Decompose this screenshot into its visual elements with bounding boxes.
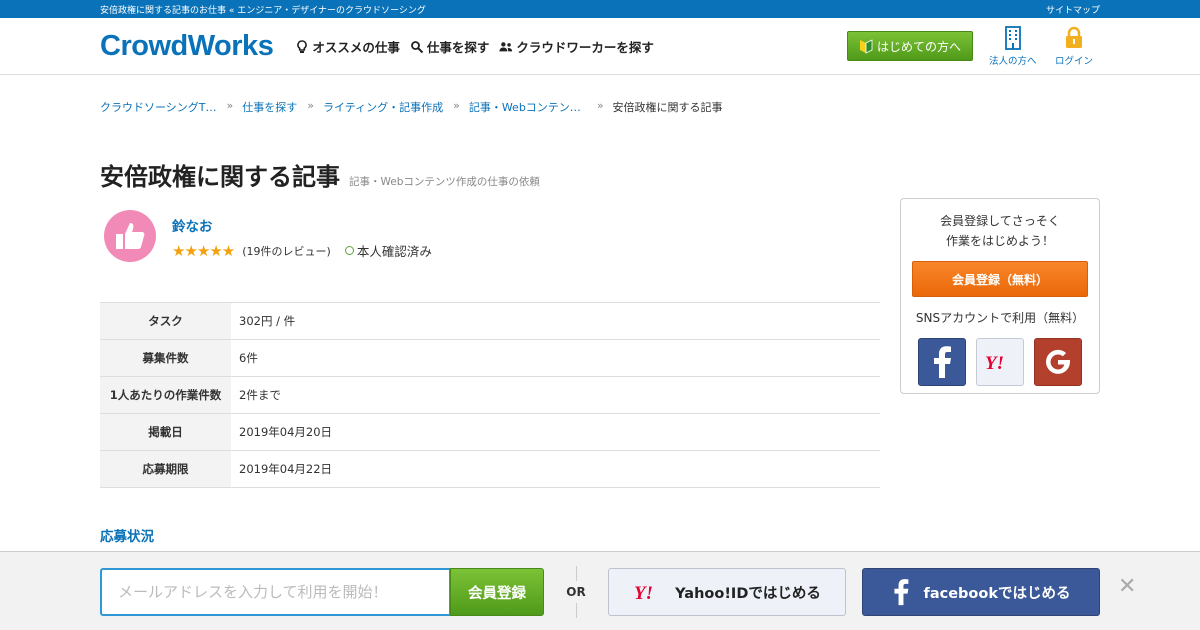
or-label: OR	[566, 581, 586, 603]
register-button[interactable]: 会員登録	[450, 568, 544, 616]
nav-label: 仕事を探す	[426, 40, 490, 55]
facebook-login-button[interactable]	[918, 338, 966, 386]
breadcrumb-separator: »	[307, 99, 314, 112]
detail-key: 応募期限	[100, 450, 231, 488]
svg-text:Y!: Y!	[985, 353, 1004, 372]
table-row: 募集件数 6件	[100, 339, 880, 377]
facebook-icon	[934, 346, 951, 378]
site-tagline: 安倍政権に関する記事のお仕事 « エンジニア・デザイナーのクラウドソーシング	[100, 5, 426, 16]
breadcrumb-link[interactable]: クラウドソーシングT…	[100, 99, 217, 125]
top-bar: 安倍政権に関する記事のお仕事 « エンジニア・デザイナーのクラウドソーシング サ…	[0, 0, 1200, 18]
verified-label: 本人確認済み	[356, 244, 432, 259]
detail-value: 2019年04月20日	[231, 413, 880, 451]
login-label: ログイン	[1055, 56, 1094, 67]
check-circle-icon	[344, 246, 354, 255]
bulb-icon	[297, 39, 308, 53]
thumbs-up-icon	[116, 223, 145, 249]
crowdworks-logo[interactable]: CrowdWorks	[100, 32, 274, 61]
sns-buttons: Y!	[901, 338, 1099, 386]
sns-label: SNSアカウントで利用（無料）	[915, 311, 1085, 325]
beginner-button[interactable]: はじめての方へ	[847, 31, 973, 61]
breadcrumb: クラウドソーシングT… » 仕事を探す » ライティング・記事作成 » 記事・W…	[100, 75, 1100, 125]
nav-recommended-jobs[interactable]: オススメの仕事	[295, 37, 400, 56]
lock-icon	[1066, 26, 1082, 48]
breadcrumb-link[interactable]: 仕事を探す	[242, 99, 297, 125]
detail-value: 302円 / 件	[231, 302, 880, 340]
signup-lead-line: 作業をはじめよう！	[945, 234, 1054, 248]
nav-label: クラウドワーカーを探す	[516, 40, 654, 55]
beginner-button-label: はじめての方へ	[876, 39, 961, 54]
rating-stars: ★★★★★	[172, 241, 235, 260]
detail-key: 1人あたりの作業件数	[100, 376, 231, 414]
title-row: 安倍政権に関する記事 記事・Webコンテンツ作成の仕事の依頼	[100, 157, 1100, 192]
detail-key: 募集件数	[100, 339, 231, 377]
main-nav: オススメの仕事 仕事を探す クラウドワーカーを探す	[295, 37, 654, 56]
nav-label: オススメの仕事	[312, 40, 400, 55]
corporate-label: 法人の方へ	[989, 56, 1037, 67]
job-details-table: タスク 302円 / 件 募集件数 6件 1人あたりの作業件数 2件まで 掲載日 201…	[100, 302, 880, 488]
signup-button[interactable]: 会員登録（無料）	[912, 261, 1088, 297]
signup-bottom-bar: 会員登録 OR Y! Yahoo!IDではじめる facebookではじめる ✕	[0, 551, 1200, 630]
beginner-mark-icon	[859, 39, 873, 54]
main-content: 安倍政権に関する記事 記事・Webコンテンツ作成の仕事の依頼 鈴なお ★★★★★…	[100, 157, 1100, 545]
people-icon	[499, 41, 513, 51]
yahoo-icon: Y!	[985, 353, 1004, 372]
page-title: 安倍政権に関する記事	[100, 163, 340, 191]
avatar[interactable]	[104, 210, 156, 262]
detail-value: 6件	[231, 339, 880, 377]
google-icon	[1046, 349, 1070, 374]
table-row: 応募期限 2019年04月22日	[100, 450, 880, 488]
table-row: 1人あたりの作業件数 2件まで	[100, 376, 880, 414]
search-icon	[410, 40, 424, 53]
client-details: 鈴なお ★★★★★ (19件のレビュー) 本人確認済み	[172, 210, 432, 260]
detail-key: 掲載日	[100, 413, 231, 451]
login-link[interactable]: ログイン	[1055, 26, 1093, 67]
detail-value: 2件まで	[231, 376, 880, 414]
yahoo-login-button[interactable]: Y!	[976, 338, 1024, 386]
site-header: CrowdWorks オススメの仕事 仕事を探す クラウドワーカーを探す はじめ…	[0, 18, 1200, 75]
breadcrumb-separator: »	[453, 99, 460, 112]
signup-lead: 会員登録してさっそく 作業をはじめよう！	[901, 211, 1099, 251]
signup-sidebar: 会員登録してさっそく 作業をはじめよう！ 会員登録（無料） SNSアカウントで利…	[900, 198, 1100, 394]
rating-row: ★★★★★ (19件のレビュー) 本人確認済み	[172, 241, 432, 260]
breadcrumb-separator: »	[596, 99, 604, 112]
review-count[interactable]: (19件のレビュー)	[242, 243, 331, 259]
table-row: 掲載日 2019年04月20日	[100, 413, 880, 451]
svg-text:Y!: Y!	[634, 583, 653, 602]
close-icon[interactable]: ✕	[1118, 574, 1136, 599]
detail-key: タスク	[100, 302, 231, 340]
sitemap-link[interactable]: サイトマップ	[1046, 3, 1100, 16]
nav-find-workers[interactable]: クラウドワーカーを探す	[499, 37, 654, 56]
table-row: タスク 302円 / 件	[100, 302, 880, 340]
nav-find-jobs[interactable]: 仕事を探す	[410, 37, 490, 56]
yahoo-signup-label: Yahoo!IDではじめる	[675, 585, 821, 602]
yahoo-icon: Y!	[634, 583, 653, 602]
building-icon	[1004, 26, 1021, 50]
or-divider: OR	[560, 566, 592, 618]
verified-badge: 本人確認済み	[344, 241, 432, 260]
applications-heading: 応募状況	[100, 529, 154, 545]
yahoo-signup-button[interactable]: Y! Yahoo!IDではじめる	[608, 568, 846, 616]
facebook-icon	[893, 579, 908, 606]
email-input[interactable]	[100, 568, 451, 616]
google-login-button[interactable]	[1034, 338, 1082, 386]
facebook-signup-button[interactable]: facebookではじめる	[862, 568, 1100, 616]
breadcrumb-link[interactable]: 記事・Webコンテン…	[469, 99, 581, 125]
client-name[interactable]: 鈴なお	[172, 215, 432, 235]
breadcrumb-separator: »	[226, 99, 234, 112]
breadcrumb-link[interactable]: ライティング・記事作成	[323, 99, 443, 125]
breadcrumb-current: 安倍政権に関する記事	[612, 101, 723, 114]
facebook-signup-label: facebookではじめる	[923, 585, 1071, 602]
detail-value: 2019年04月22日	[231, 450, 880, 488]
corporate-link[interactable]: 法人の方へ	[989, 26, 1037, 67]
job-category: 記事・Webコンテンツ作成の仕事の依頼	[349, 176, 540, 188]
signup-lead-line: 会員登録してさっそく	[940, 214, 1060, 228]
